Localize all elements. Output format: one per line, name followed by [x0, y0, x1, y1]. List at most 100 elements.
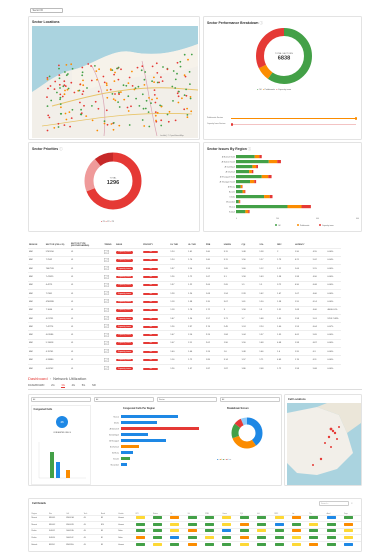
sector-marker[interactable] [177, 95, 180, 98]
region-bar-segment[interactable] [236, 175, 262, 179]
sector-marker[interactable] [71, 108, 74, 111]
sector-marker[interactable] [80, 112, 83, 114]
sector-marker[interactable] [48, 116, 51, 119]
sector-marker[interactable] [167, 120, 170, 123]
region-bar-segment[interactable] [236, 205, 288, 209]
sector-marker[interactable] [187, 58, 189, 61]
sector-marker[interactable] [112, 122, 115, 124]
sector-marker[interactable] [65, 64, 68, 66]
per-region-bar[interactable] [121, 457, 130, 460]
sector-marker[interactable] [185, 88, 188, 91]
sector-marker[interactable] [143, 125, 146, 127]
tab-2g[interactable]: 2G [51, 384, 54, 387]
trend-icon[interactable] [103, 322, 115, 331]
cell-col-header[interactable]: KPI [135, 507, 152, 515]
sector-marker[interactable] [174, 78, 177, 81]
sector-marker[interactable] [68, 111, 71, 113]
sector-map[interactable]: Leaflet | © OpenStreetMap [32, 26, 198, 138]
cell-col-header[interactable]: Cell [66, 507, 83, 515]
sector-marker[interactable] [47, 87, 49, 90]
cell-col-header[interactable]: Avail [326, 507, 343, 515]
sector-marker[interactable] [91, 105, 93, 107]
sector-marker[interactable] [114, 71, 116, 74]
sector-marker[interactable] [160, 119, 163, 122]
sector-marker[interactable] [63, 84, 66, 86]
sector-marker[interactable] [102, 75, 105, 78]
sector-marker[interactable] [118, 106, 121, 108]
table-row[interactable]: MM 7.47629 L5 Capacity issue 54 1.26 1.72 1.67 3… [28, 272, 362, 282]
sector-marker[interactable] [58, 83, 61, 86]
trend-icon[interactable] [103, 355, 115, 365]
sector-marker[interactable] [140, 69, 143, 72]
sector-marker[interactable] [80, 108, 82, 111]
sector-marker[interactable] [186, 114, 189, 116]
sector-marker[interactable] [57, 126, 60, 128]
trend-icon[interactable] [103, 347, 115, 356]
region-bar-segment[interactable] [242, 190, 245, 194]
sector-marker[interactable] [58, 67, 60, 70]
sector-marker[interactable] [154, 111, 157, 113]
per-region-bar[interactable] [121, 451, 133, 454]
per-region-bar[interactable] [121, 433, 148, 436]
sector-marker[interactable] [118, 91, 120, 94]
sector-marker[interactable] [114, 99, 117, 102]
sector-marker[interactable] [49, 85, 52, 87]
region-bar-segment[interactable] [254, 180, 257, 184]
sector-marker[interactable] [128, 76, 131, 79]
sector-marker[interactable] [95, 70, 98, 72]
sector-marker[interactable] [59, 96, 62, 99]
cell-col-header[interactable]: Lat [291, 507, 308, 515]
info-icon[interactable]: ⓘ [248, 147, 251, 151]
sector-marker[interactable] [141, 93, 144, 96]
sector-marker[interactable] [58, 64, 60, 67]
sector-marker[interactable] [81, 66, 84, 69]
sector-marker[interactable] [189, 96, 192, 98]
sector-marker[interactable] [82, 79, 84, 82]
tab-dashboard[interactable]: DASHBOARD [28, 384, 44, 387]
region-bar-segment[interactable] [236, 190, 243, 194]
trend-icon[interactable] [103, 363, 115, 373]
sector-marker[interactable] [160, 76, 162, 78]
sector-marker[interactable] [67, 87, 70, 90]
trend-icon[interactable] [103, 288, 115, 298]
sector-marker[interactable] [79, 83, 82, 86]
sector-marker[interactable] [155, 119, 157, 122]
sector-marker[interactable] [120, 91, 122, 93]
sector-marker[interactable] [143, 78, 146, 81]
sector-marker[interactable] [155, 62, 158, 65]
breakdown-donut[interactable] [227, 413, 267, 453]
sector-marker[interactable] [106, 96, 109, 99]
sector-marker[interactable] [91, 119, 94, 122]
table-row[interactable]: MM 4.76761 L5 Capacity issue 54 1.40 1.06 1.24 1… [28, 347, 362, 356]
sector-marker[interactable] [82, 90, 85, 93]
region-bar-segment[interactable] [236, 210, 246, 214]
cell-row[interactable]: Batinah BN0201 BN0201A 4G B3 Huawei [31, 540, 361, 548]
sector-marker[interactable] [174, 87, 177, 89]
tab-4g[interactable]: 4G [72, 384, 75, 387]
sector-marker[interactable] [141, 65, 144, 68]
sector-marker[interactable] [171, 85, 174, 88]
trend-icon[interactable] [103, 247, 115, 257]
sector-marker[interactable] [46, 78, 49, 81]
sector-marker[interactable] [125, 84, 128, 87]
cell-search-input[interactable]: Search... [319, 501, 349, 506]
table-row[interactable]: MM 4.67086 L5 Capacity issue 54 1.47 2.16 2.24 1… [28, 330, 362, 340]
sector-marker[interactable] [103, 120, 106, 123]
region-bar-segment[interactable] [236, 200, 239, 204]
trend-icon[interactable] [103, 264, 115, 273]
region-bar-segment[interactable] [287, 205, 302, 209]
sector-marker[interactable] [127, 95, 130, 98]
region-bar-segment[interactable] [254, 155, 260, 159]
sector-marker[interactable] [138, 105, 141, 107]
sector-marker[interactable] [112, 98, 115, 100]
sector-marker[interactable] [96, 78, 98, 81]
sector-marker[interactable] [118, 93, 120, 95]
per-region-bar[interactable] [121, 439, 166, 442]
sector-marker[interactable] [113, 73, 115, 76]
trend-icon[interactable] [103, 338, 115, 348]
sector-marker[interactable] [189, 97, 192, 100]
sector-marker[interactable] [96, 129, 99, 132]
cell-locations-map[interactable] [287, 403, 361, 485]
trend-icon[interactable] [103, 272, 115, 282]
sector-marker[interactable] [161, 80, 164, 82]
